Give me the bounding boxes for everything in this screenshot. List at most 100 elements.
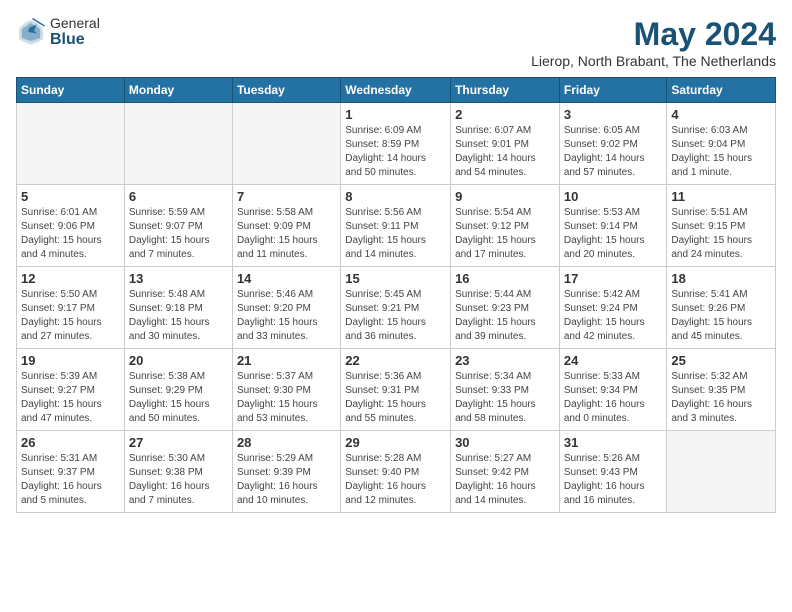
day-number: 10 (564, 189, 663, 204)
day-info: Sunrise: 5:27 AM Sunset: 9:42 PM Dayligh… (455, 452, 555, 508)
calendar-cell: 16Sunrise: 5:44 AM Sunset: 9:23 PM Dayli… (451, 267, 560, 349)
day-info: Sunrise: 5:31 AM Sunset: 9:37 PM Dayligh… (21, 452, 120, 508)
day-info: Sunrise: 6:01 AM Sunset: 9:06 PM Dayligh… (21, 206, 120, 262)
calendar-cell: 25Sunrise: 5:32 AM Sunset: 9:35 PM Dayli… (667, 349, 776, 431)
calendar-cell (17, 103, 125, 185)
day-info: Sunrise: 5:51 AM Sunset: 9:15 PM Dayligh… (671, 206, 771, 262)
weekday-header: Wednesday (341, 78, 451, 103)
title-area: May 2024 Lierop, North Brabant, The Neth… (531, 16, 776, 69)
calendar-cell: 8Sunrise: 5:56 AM Sunset: 9:11 PM Daylig… (341, 185, 451, 267)
calendar-week-row: 1 Sunrise: 6:09 AM Sunset: 8:59 PM Daylig… (17, 103, 776, 185)
calendar-cell (232, 103, 340, 185)
calendar-cell: 10Sunrise: 5:53 AM Sunset: 9:14 PM Dayli… (559, 185, 667, 267)
day-number: 13 (129, 271, 228, 286)
weekday-header-row: SundayMondayTuesdayWednesdayThursdayFrid… (17, 78, 776, 103)
weekday-header: Sunday (17, 78, 125, 103)
day-number: 5 (21, 189, 120, 204)
weekday-header: Monday (124, 78, 232, 103)
day-info: Sunrise: 6:09 AM Sunset: 8:59 PM Dayligh… (345, 124, 446, 180)
day-number: 26 (21, 435, 120, 450)
day-info: Sunrise: 5:50 AM Sunset: 9:17 PM Dayligh… (21, 288, 120, 344)
day-info: Sunrise: 5:41 AM Sunset: 9:26 PM Dayligh… (671, 288, 771, 344)
calendar-cell: 18 Sunrise: 5:41 AM Sunset: 9:26 PM Dayli… (667, 267, 776, 349)
calendar-cell (124, 103, 232, 185)
day-info: Sunrise: 5:54 AM Sunset: 9:12 PM Dayligh… (455, 206, 555, 262)
calendar-cell: 9 Sunrise: 5:54 AM Sunset: 9:12 PM Daylig… (451, 185, 560, 267)
day-info: Sunrise: 5:34 AM Sunset: 9:33 PM Dayligh… (455, 370, 555, 426)
day-info: Sunrise: 5:26 AM Sunset: 9:43 PM Dayligh… (564, 452, 663, 508)
calendar-cell: 30Sunrise: 5:27 AM Sunset: 9:42 PM Dayli… (451, 431, 560, 513)
calendar-cell: 22 Sunrise: 5:36 AM Sunset: 9:31 PM Dayli… (341, 349, 451, 431)
logo-blue-text: Blue (50, 31, 100, 49)
day-info: Sunrise: 5:37 AM Sunset: 9:30 PM Dayligh… (237, 370, 336, 426)
day-number: 24 (564, 353, 663, 368)
calendar-cell: 20 Sunrise: 5:38 AM Sunset: 9:29 PM Dayli… (124, 349, 232, 431)
calendar-week-row: 12 Sunrise: 5:50 AM Sunset: 9:17 PM Dayli… (17, 267, 776, 349)
day-number: 17 (564, 271, 663, 286)
day-number: 16 (455, 271, 555, 286)
calendar-cell: 1 Sunrise: 6:09 AM Sunset: 8:59 PM Daylig… (341, 103, 451, 185)
day-info: Sunrise: 5:30 AM Sunset: 9:38 PM Dayligh… (129, 452, 228, 508)
calendar-table: SundayMondayTuesdayWednesdayThursdayFrid… (16, 77, 776, 513)
weekday-header: Thursday (451, 78, 560, 103)
day-number: 7 (237, 189, 336, 204)
day-info: Sunrise: 5:42 AM Sunset: 9:24 PM Dayligh… (564, 288, 663, 344)
day-info: Sunrise: 5:48 AM Sunset: 9:18 PM Dayligh… (129, 288, 228, 344)
day-number: 11 (671, 189, 771, 204)
day-number: 9 (455, 189, 555, 204)
calendar-cell: 17 Sunrise: 5:42 AM Sunset: 9:24 PM Dayli… (559, 267, 667, 349)
day-number: 23 (455, 353, 555, 368)
calendar-cell: 4Sunrise: 6:03 AM Sunset: 9:04 PM Daylig… (667, 103, 776, 185)
day-info: Sunrise: 6:05 AM Sunset: 9:02 PM Dayligh… (564, 124, 663, 180)
calendar-cell: 11 Sunrise: 5:51 AM Sunset: 9:15 PM Dayli… (667, 185, 776, 267)
logo-general-text: General (50, 16, 100, 31)
day-number: 3 (564, 107, 663, 122)
calendar-cell: 5 Sunrise: 6:01 AM Sunset: 9:06 PM Daylig… (17, 185, 125, 267)
calendar-cell (667, 431, 776, 513)
calendar-cell: 13 Sunrise: 5:48 AM Sunset: 9:18 PM Dayli… (124, 267, 232, 349)
calendar-cell: 7Sunrise: 5:58 AM Sunset: 9:09 PM Daylig… (232, 185, 340, 267)
calendar-cell: 26 Sunrise: 5:31 AM Sunset: 9:37 PM Dayli… (17, 431, 125, 513)
day-info: Sunrise: 5:46 AM Sunset: 9:20 PM Dayligh… (237, 288, 336, 344)
day-number: 22 (345, 353, 446, 368)
calendar-cell: 3 Sunrise: 6:05 AM Sunset: 9:02 PM Daylig… (559, 103, 667, 185)
day-number: 29 (345, 435, 446, 450)
day-number: 25 (671, 353, 771, 368)
day-number: 27 (129, 435, 228, 450)
calendar-cell: 24Sunrise: 5:33 AM Sunset: 9:34 PM Dayli… (559, 349, 667, 431)
calendar-cell: 23 Sunrise: 5:34 AM Sunset: 9:33 PM Dayli… (451, 349, 560, 431)
day-info: Sunrise: 5:36 AM Sunset: 9:31 PM Dayligh… (345, 370, 446, 426)
day-number: 18 (671, 271, 771, 286)
day-number: 12 (21, 271, 120, 286)
location-text: Lierop, North Brabant, The Netherlands (531, 53, 776, 69)
day-number: 21 (237, 353, 336, 368)
day-number: 1 (345, 107, 446, 122)
calendar-cell: 28Sunrise: 5:29 AM Sunset: 9:39 PM Dayli… (232, 431, 340, 513)
day-info: Sunrise: 5:39 AM Sunset: 9:27 PM Dayligh… (21, 370, 120, 426)
calendar-week-row: 5 Sunrise: 6:01 AM Sunset: 9:06 PM Daylig… (17, 185, 776, 267)
weekday-header: Tuesday (232, 78, 340, 103)
day-number: 19 (21, 353, 120, 368)
calendar-week-row: 19 Sunrise: 5:39 AM Sunset: 9:27 PM Dayli… (17, 349, 776, 431)
calendar-cell: 2Sunrise: 6:07 AM Sunset: 9:01 PM Daylig… (451, 103, 560, 185)
month-title: May 2024 (531, 16, 776, 53)
day-number: 20 (129, 353, 228, 368)
day-info: Sunrise: 5:45 AM Sunset: 9:21 PM Dayligh… (345, 288, 446, 344)
calendar-cell: 21 Sunrise: 5:37 AM Sunset: 9:30 PM Dayli… (232, 349, 340, 431)
day-info: Sunrise: 5:29 AM Sunset: 9:39 PM Dayligh… (237, 452, 336, 508)
day-info: Sunrise: 6:03 AM Sunset: 9:04 PM Dayligh… (671, 124, 771, 180)
day-number: 14 (237, 271, 336, 286)
weekday-header: Saturday (667, 78, 776, 103)
calendar-cell: 19 Sunrise: 5:39 AM Sunset: 9:27 PM Dayli… (17, 349, 125, 431)
calendar-cell: 31Sunrise: 5:26 AM Sunset: 9:43 PM Dayli… (559, 431, 667, 513)
day-info: Sunrise: 5:38 AM Sunset: 9:29 PM Dayligh… (129, 370, 228, 426)
day-info: Sunrise: 5:28 AM Sunset: 9:40 PM Dayligh… (345, 452, 446, 508)
calendar-week-row: 26 Sunrise: 5:31 AM Sunset: 9:37 PM Dayli… (17, 431, 776, 513)
logo-icon (16, 17, 46, 47)
calendar-cell: 15Sunrise: 5:45 AM Sunset: 9:21 PM Dayli… (341, 267, 451, 349)
logo: General Blue (16, 16, 100, 49)
page-header: General Blue May 2024 Lierop, North Brab… (16, 16, 776, 69)
calendar-cell: 29 Sunrise: 5:28 AM Sunset: 9:40 PM Dayli… (341, 431, 451, 513)
weekday-header: Friday (559, 78, 667, 103)
day-number: 2 (455, 107, 555, 122)
